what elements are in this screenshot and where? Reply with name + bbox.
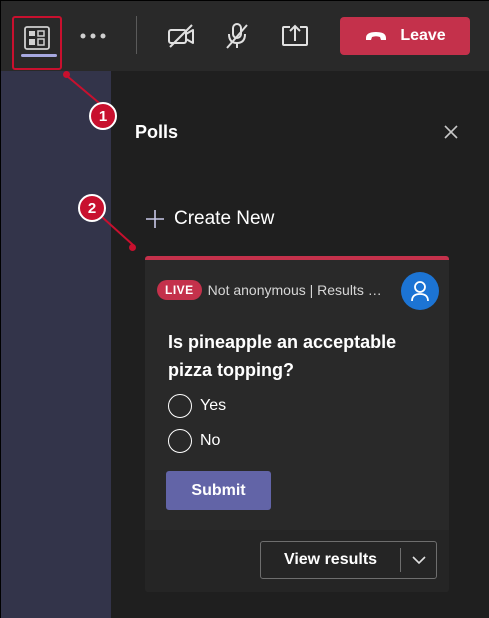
poll-card-footer: View results <box>145 530 449 592</box>
annotation-highlight-box <box>12 16 62 70</box>
view-results-dropdown[interactable] <box>401 555 436 565</box>
person-icon <box>411 281 429 302</box>
radio-button[interactable] <box>168 394 192 418</box>
view-results-split-button: View results <box>260 541 437 579</box>
poll-question: Is pineapple an acceptable pizza topping… <box>168 332 397 380</box>
close-icon <box>444 125 458 139</box>
panel-title: Polls <box>135 122 179 142</box>
poll-card: LIVE Not anonymous | Results shared Is p… <box>145 256 449 592</box>
camera-off-icon <box>168 24 194 48</box>
poll-option-no[interactable]: No <box>168 429 220 453</box>
poll-option-label: Yes <box>200 397 227 414</box>
leave-button[interactable]: Leave <box>340 17 470 55</box>
avatar <box>401 272 439 310</box>
phone-hangup-icon <box>366 32 387 40</box>
leave-label: Leave <box>400 27 446 44</box>
view-results-button[interactable]: View results <box>261 551 400 569</box>
mic-toggle-button[interactable] <box>217 17 257 55</box>
annotation-dot-1 <box>63 71 70 78</box>
plus-icon <box>146 210 164 228</box>
meeting-toolbar: Leave <box>1 1 489 71</box>
share-screen-button[interactable] <box>275 17 315 55</box>
poll-meta-text: Not anonymous | Results shared <box>207 282 386 298</box>
poll-option-label: No <box>200 432 221 449</box>
submit-button[interactable]: Submit <box>166 471 271 510</box>
annotation-marker-2: 2 <box>78 194 106 222</box>
toolbar-divider <box>136 16 137 54</box>
chevron-down-icon <box>411 556 426 565</box>
close-panel-button[interactable] <box>441 122 461 142</box>
poll-card-header: LIVE Not anonymous | Results shared <box>157 280 386 300</box>
annotation-marker-1: 1 <box>89 102 117 130</box>
radio-button[interactable] <box>168 429 192 453</box>
create-new-label: Create New <box>174 208 275 229</box>
mic-off-icon <box>226 23 248 49</box>
annotation-dot-2 <box>129 244 136 251</box>
live-status-badge: LIVE <box>157 280 202 300</box>
create-new-poll-button[interactable]: Create New <box>145 206 274 232</box>
poll-option-yes[interactable]: Yes <box>168 394 226 418</box>
share-screen-icon <box>282 24 308 46</box>
meeting-stage-edge <box>1 71 111 618</box>
camera-toggle-button[interactable] <box>161 17 201 55</box>
more-options-button[interactable] <box>73 17 113 55</box>
more-options-icon <box>80 33 106 39</box>
